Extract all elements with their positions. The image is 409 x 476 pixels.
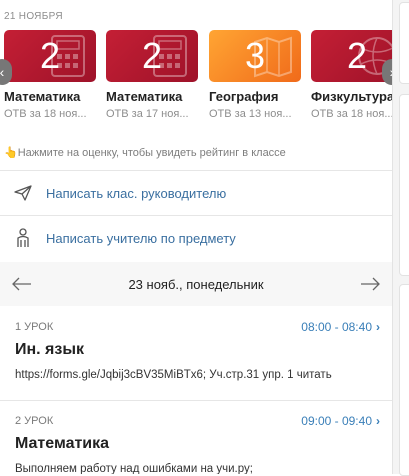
side-panel: [393, 0, 409, 476]
lesson-card[interactable]: 2 УРОК 09:00 - 09:40 › Математика Выполня…: [0, 401, 392, 474]
arrow-right-icon: [360, 277, 380, 291]
grade-tile[interactable]: 2: [311, 30, 392, 82]
grade-tile[interactable]: 3: [209, 30, 301, 82]
lesson-description: Выполняем работу над ошибками на учи.ру;: [15, 463, 253, 474]
carousel-next-button[interactable]: ›: [382, 59, 392, 85]
grade-hint-text: 👆Нажмите на оценку, чтобы увидеть рейтин…: [4, 147, 286, 159]
arrow-left-icon: [12, 277, 31, 291]
grade-value: 3: [244, 35, 266, 76]
side-card: [399, 2, 409, 84]
lesson-time: 08:00 - 08:40 ›: [301, 320, 380, 334]
side-card: [399, 94, 409, 276]
lesson-name: Ин. язык: [15, 341, 85, 358]
grade-meta: ОТВ за 18 ноя...: [311, 108, 392, 120]
grades-date-label: 21 НОЯБРЯ: [4, 11, 63, 22]
teacher-icon: [0, 228, 46, 248]
write-subject-teacher-link[interactable]: Написать учителю по предмету: [0, 216, 392, 260]
lesson-description: https://forms.gle/Jqbij3cBV35MiBTx6; Уч.…: [15, 369, 332, 381]
prev-day-button[interactable]: [0, 277, 44, 291]
chevron-left-icon: ‹: [0, 64, 5, 80]
grade-subject: Физкультура: [311, 89, 392, 104]
chevron-right-icon: ›: [376, 414, 380, 428]
grade-tile[interactable]: 2: [4, 30, 96, 82]
grade-value: 2: [39, 35, 61, 76]
grade-subject: Математика: [4, 89, 81, 104]
grade-subject: География: [209, 89, 279, 104]
lesson-time: 09:00 - 09:40 ›: [301, 414, 380, 428]
next-day-button[interactable]: [348, 277, 392, 291]
grade-meta: ОТВ за 17 ноя...: [106, 108, 189, 120]
grade-meta: ОТВ за 18 ноя...: [4, 108, 87, 120]
current-day-label[interactable]: 23 нояб., понедельник: [128, 277, 263, 292]
write-class-teacher-label: Написать клас. руководителю: [46, 185, 227, 201]
send-icon: [0, 185, 46, 201]
lesson-card[interactable]: 1 УРОК 08:00 - 08:40 › Ин. язык https://f…: [0, 307, 392, 399]
grade-meta: ОТВ за 13 ноя...: [209, 108, 292, 120]
grade-card[interactable]: 2 Физкультура ОТВ за 18 ноя...: [311, 30, 392, 120]
grades-carousel: 2 Математика ОТВ за 18 ноя... 2 Математи…: [0, 30, 392, 126]
lesson-name: Математика: [15, 435, 110, 452]
lesson-number: 1 УРОК: [15, 321, 54, 333]
grade-value: 2: [141, 35, 163, 76]
grade-card[interactable]: 2 Математика ОТВ за 18 ноя...: [4, 30, 100, 120]
grade-subject: Математика: [106, 89, 183, 104]
grade-tile[interactable]: 2: [106, 30, 198, 82]
write-class-teacher-link[interactable]: Написать клас. руководителю: [0, 171, 392, 215]
grade-value: 2: [346, 35, 368, 76]
side-card: [399, 284, 409, 476]
write-subject-teacher-label: Написать учителю по предмету: [46, 230, 236, 246]
diary-panel: 21 НОЯБРЯ 2 Математика ОТВ за 18 ноя... …: [0, 0, 393, 474]
day-navigator: 23 нояб., понедельник: [0, 262, 392, 306]
grade-card[interactable]: 3 География ОТВ за 13 ноя...: [209, 30, 305, 120]
chevron-right-icon: ›: [376, 320, 380, 334]
grade-card[interactable]: 2 Математика ОТВ за 17 ноя...: [106, 30, 202, 120]
lesson-number: 2 УРОК: [15, 415, 54, 427]
